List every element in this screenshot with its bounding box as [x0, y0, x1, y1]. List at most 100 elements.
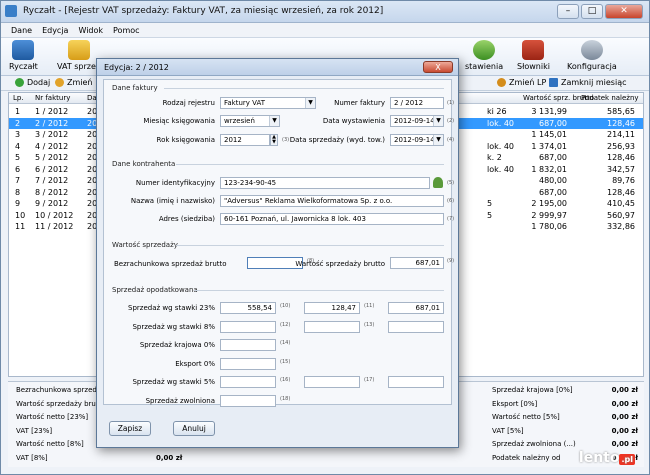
dialog-close-button[interactable]: X — [423, 61, 453, 73]
ribbon-zestawienia[interactable]: stawienia — [465, 40, 503, 71]
tax-row-label: Sprzedaż zwolniona — [145, 396, 215, 405]
hint: (16) — [280, 377, 291, 383]
cell-brutto: 1 780,06 — [531, 222, 567, 231]
summary-value: 0,00 zł — [611, 413, 638, 421]
adres-input[interactable]: 60-161 Poznań, ul. Jawornicka 8 lok. 403 — [220, 213, 444, 225]
cell-nr: 7 / 2012 — [35, 176, 69, 185]
contact-lookup-icon[interactable] — [433, 177, 443, 188]
ribbon-vat-sprzedaz[interactable]: VAT sprzed — [57, 40, 101, 71]
rodzaj-label: Rodzaj rejestru — [162, 99, 215, 107]
ribbon-slowniki[interactable]: Słowniki — [517, 40, 550, 71]
cell-mid: ki 26 — [487, 107, 507, 116]
title-bar: Ryczałt - [Rejestr VAT sprzedaży: Faktur… — [1, 1, 649, 23]
rok-input[interactable]: 2012 — [220, 134, 270, 146]
summary-label: Bezrachunkowa sprzedaż — [16, 386, 105, 394]
rodzaj-select[interactable]: Faktury VAT ▼ — [220, 97, 316, 109]
cell-mid: 5 — [487, 199, 493, 208]
cell-brutto: 1 145,01 — [531, 130, 567, 139]
hint: (3) — [282, 137, 290, 143]
rok-spinner[interactable]: ▲ ▼ — [270, 134, 278, 146]
hint: (4) — [447, 137, 455, 143]
miesiac-select[interactable]: wrzesień ▼ — [220, 115, 280, 127]
cell-nr: 3 / 2012 — [35, 130, 69, 139]
ribbon-konfiguracja[interactable]: Konfiguracja — [567, 40, 617, 71]
nr-faktury-label: Numer faktury — [334, 99, 385, 107]
hint: (7) — [447, 216, 455, 222]
data-sprzedazy-input[interactable]: 2012-09-14 ▼ — [390, 134, 444, 146]
nazwa-label: Nazwa (imię i nazwisko) — [130, 197, 215, 205]
nip-input[interactable]: 123-234-90-45 — [220, 177, 430, 189]
plus-icon — [15, 78, 24, 87]
tax-net-input[interactable]: 558,54 — [220, 302, 276, 314]
menu-dane[interactable]: Dane — [11, 23, 32, 37]
divider — [194, 290, 444, 291]
tax-gross-input[interactable]: 687,01 — [388, 302, 444, 314]
section-dane-kontrahenta: Dane kontrahenta — [112, 160, 176, 168]
chart-icon — [473, 40, 496, 60]
data-wystawienia-input[interactable]: 2012-09-14 ▼ — [390, 115, 444, 127]
add-button[interactable]: Dodaj — [15, 78, 50, 87]
tax-vat-input[interactable]: 128,47 — [304, 302, 360, 314]
cell-mid: lok. 40 — [487, 164, 515, 174]
divider — [176, 245, 444, 246]
change-lp-button[interactable]: Zmień LP — [497, 78, 546, 87]
tax-gross-input[interactable] — [388, 320, 444, 333]
cancel-button[interactable]: Anuluj — [173, 421, 215, 436]
tax-row-label: Sprzedaż krajowa 0% — [139, 341, 215, 349]
tax-net-input[interactable] — [220, 320, 276, 333]
section-dane-faktury: Dane faktury — [112, 84, 158, 92]
summary-value: 0,00 zł — [611, 386, 638, 394]
section-wartosc-sprzedazy: Wartość sprzedaży — [112, 241, 178, 249]
tax-net-input[interactable] — [220, 357, 276, 370]
tax-net-input[interactable] — [220, 376, 276, 388]
edit-button[interactable]: Zmień — [55, 78, 93, 87]
summary-label: VAT [8%] — [16, 453, 48, 462]
col-lp[interactable]: Lp. — [13, 94, 24, 102]
tax-vat-input[interactable] — [304, 376, 360, 388]
hint: (6) — [447, 198, 455, 204]
close-month-button[interactable]: Zamknij miesiąc — [549, 78, 627, 87]
tax-gross-input[interactable] — [388, 376, 444, 388]
menu-pomoc[interactable]: Pomoc — [113, 23, 140, 37]
close-button[interactable]: ✕ — [605, 4, 643, 19]
tax-vat-input[interactable] — [304, 320, 360, 333]
nip-label: Numer identyfikacyjny — [135, 179, 215, 187]
summary-label: Wartość sprzedaży brutto — [16, 399, 106, 408]
window-title: Ryczałt - [Rejestr VAT sprzedaży: Faktur… — [23, 6, 384, 16]
cell-podatek: 128,46 — [607, 153, 635, 162]
minimize-button[interactable]: – — [557, 4, 579, 19]
nazwa-input[interactable]: "Adversus" Reklama Wielkoformatowa Sp. z… — [220, 195, 444, 207]
divider — [176, 164, 444, 165]
chevron-down-icon: ▼ — [433, 135, 443, 145]
tax-net-input[interactable] — [220, 339, 276, 351]
menu-bar: Dane Edycja Widok Pomoc — [1, 23, 649, 38]
summary-label: VAT [5%] — [492, 426, 524, 435]
ribbon-ryczalt[interactable]: Ryczałt — [9, 40, 38, 71]
summary-label: Eksport [0%] — [492, 399, 538, 408]
cell-nr: 10 / 2012 — [35, 210, 74, 220]
cell-podatek: 128,46 — [607, 187, 635, 197]
tax-net-input[interactable] — [220, 394, 276, 407]
hint: (9) — [447, 258, 455, 264]
cell-brutto: 480,00 — [539, 176, 567, 185]
col-podatek[interactable]: Podatek należny — [581, 94, 639, 102]
cell-podatek: 410,45 — [607, 199, 635, 208]
brutto-label: Wartość sprzedaży brutto — [295, 260, 385, 268]
nr-faktury-input[interactable]: 2 / 2012 — [390, 97, 444, 109]
tax-row-label: Sprzedaż wg stawki 5% — [132, 378, 215, 386]
col-nr-faktury[interactable]: Nr faktury — [35, 94, 70, 102]
menu-edycja[interactable]: Edycja — [42, 23, 68, 37]
settings-icon — [580, 40, 603, 60]
lock-icon — [549, 78, 558, 87]
miesiac-label: Miesiąc księgowania — [143, 117, 215, 125]
brutto-input[interactable]: 687,01 — [390, 257, 444, 269]
cell-podatek: 585,65 — [607, 107, 635, 116]
menu-widok[interactable]: Widok — [78, 23, 103, 37]
dialog-title-bar: Edycja: 2 / 2012 X — [97, 59, 458, 76]
dialog-form: Dane faktury Rodzaj rejestru Faktury VAT… — [103, 79, 455, 407]
maximize-button[interactable]: □ — [581, 4, 603, 19]
cell-lp: 3 — [15, 130, 21, 139]
save-button[interactable]: Zapisz — [109, 421, 151, 436]
cell-podatek: 332,86 — [607, 222, 635, 231]
data-sprzedazy-label: Data sprzedaży (wyd. tow.) — [289, 136, 385, 144]
